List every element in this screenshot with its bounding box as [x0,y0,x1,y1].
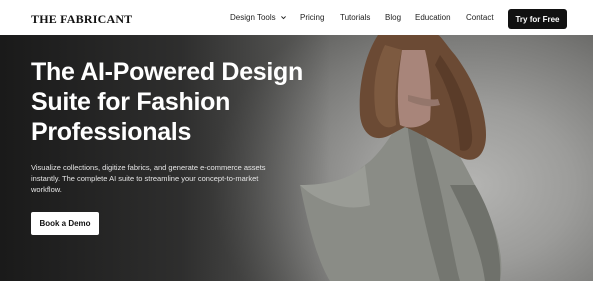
nav-item-pricing[interactable]: Pricing [300,13,324,22]
book-a-demo-button[interactable]: Book a Demo [31,212,99,235]
subtext-line: instantly. The complete AI suite to stre… [31,174,259,183]
nav-item-design-tools[interactable]: Design Tools [230,13,287,22]
nav-item-label: Design Tools [230,13,276,22]
hero-section: The AI-Powered Design Suite for Fashion … [0,35,593,281]
subtext-line: workflow. [31,185,62,194]
nav-item-education[interactable]: Education [415,13,451,22]
nav-item-tutorials[interactable]: Tutorials [340,13,370,22]
hero-headline: The AI-Powered Design Suite for Fashion … [31,57,331,147]
nav-item-blog[interactable]: Blog [385,13,401,22]
top-nav: THE FABRICANT Design Tools Pricing Tutor… [0,0,597,35]
chevron-down-icon [280,16,286,20]
subtext-line: Visualize collections, digitize fabrics,… [31,163,266,172]
page: THE FABRICANT Design Tools Pricing Tutor… [0,0,597,281]
try-for-free-button[interactable]: Try for Free [508,9,567,29]
headline-line: Suite for Fashion [31,88,231,116]
hero-subtext: Visualize collections, digitize fabrics,… [31,162,303,195]
nav-item-contact[interactable]: Contact [466,13,494,22]
headline-line: The AI-Powered Design [31,58,303,86]
page-edge [593,35,597,281]
headline-line: Professionals [31,118,192,146]
